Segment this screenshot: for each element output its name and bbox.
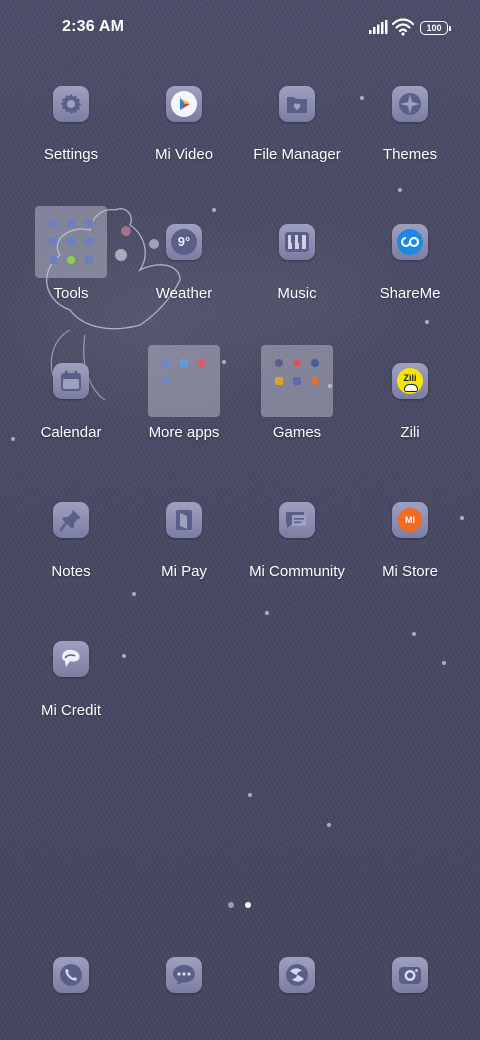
mi-logo: MI bbox=[398, 508, 422, 532]
app-label: Settings bbox=[43, 146, 99, 163]
piano-icon bbox=[279, 224, 315, 260]
share-icon bbox=[392, 224, 428, 260]
pin-icon bbox=[53, 502, 89, 538]
folder-icon bbox=[261, 345, 333, 417]
credit-icon bbox=[53, 641, 89, 677]
wifi-icon bbox=[392, 18, 414, 36]
status-bar: 2:36 AM 100 bbox=[0, 0, 480, 56]
mi-store-icon: MI bbox=[392, 502, 428, 538]
app-label: Tools bbox=[53, 285, 89, 302]
page-dot bbox=[228, 902, 234, 908]
app-label: Notes bbox=[51, 563, 91, 580]
app-label: Weather bbox=[155, 285, 213, 302]
play-icon bbox=[166, 86, 202, 122]
calendar-icon bbox=[53, 363, 89, 399]
app-label: Mi Pay bbox=[161, 563, 207, 580]
folder-icon bbox=[279, 86, 315, 122]
page-dot-active bbox=[245, 902, 251, 908]
app-label: ShareMe bbox=[379, 285, 441, 302]
browser-icon[interactable] bbox=[279, 957, 315, 993]
app-label: Music bbox=[277, 285, 317, 302]
app-label: Zili bbox=[400, 424, 420, 441]
app-label: Mi Community bbox=[249, 563, 345, 580]
page-indicator bbox=[228, 900, 258, 910]
phone-icon[interactable] bbox=[53, 957, 89, 993]
zili-icon: Zili bbox=[392, 363, 428, 399]
themes-icon bbox=[392, 86, 428, 122]
messages-icon[interactable] bbox=[166, 957, 202, 993]
app-label: Themes bbox=[382, 146, 438, 163]
app-label: Mi Store bbox=[382, 563, 438, 580]
app-label: Mi Credit bbox=[40, 702, 101, 719]
folder-icon bbox=[148, 345, 220, 417]
zili-badge-text: Zili bbox=[403, 373, 417, 383]
weather-temperature: 9° bbox=[171, 229, 197, 255]
app-label: File Manager bbox=[253, 146, 341, 163]
weather-icon: 9° bbox=[166, 224, 202, 260]
chat-icon bbox=[279, 502, 315, 538]
status-time: 2:36 AM bbox=[62, 18, 125, 35]
camera-icon[interactable] bbox=[392, 957, 428, 993]
app-label: Mi Video bbox=[154, 146, 214, 163]
folder-icon bbox=[35, 206, 107, 278]
signal-icon bbox=[369, 20, 388, 34]
battery-indicator: 100 bbox=[420, 21, 451, 35]
app-label: Games bbox=[272, 424, 322, 441]
wallet-icon bbox=[166, 502, 202, 538]
app-label: Calendar bbox=[40, 424, 102, 441]
app-label: More apps bbox=[148, 424, 220, 441]
gear-icon bbox=[53, 86, 89, 122]
